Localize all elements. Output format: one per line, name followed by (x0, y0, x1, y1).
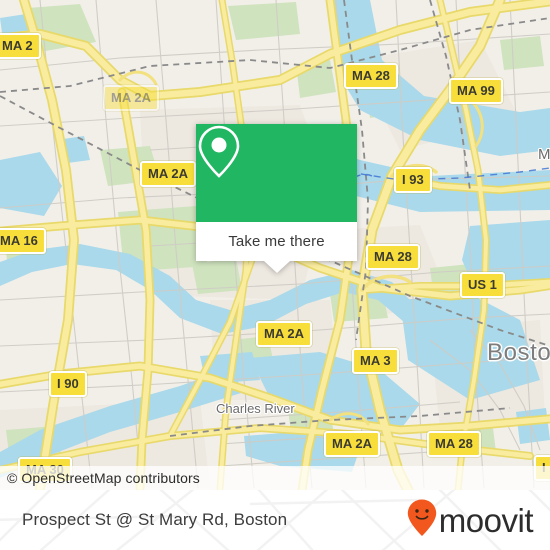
moovit-wordmark: moovit (438, 501, 534, 539)
road-shield: MA 2A (324, 431, 380, 457)
popup-header (196, 124, 357, 222)
road-shield: MA 99 (449, 78, 503, 104)
road-shield: MA 28 (366, 244, 420, 270)
road-shield: MA 28 (427, 431, 481, 457)
road-shield: MA 2A (103, 85, 159, 111)
location-popup-card[interactable]: Take me there (196, 124, 357, 273)
popup-body[interactable]: Take me there (196, 222, 357, 261)
road-shield: MA 2A (140, 161, 196, 187)
water-label: Charles River (216, 401, 295, 416)
map-attribution[interactable]: © OpenStreetMap contributors (0, 466, 550, 490)
stop-title-text: Prospect St @ St Mary Rd, Boston (22, 510, 288, 529)
road-shield: US 1 (460, 272, 505, 298)
city-label: Boston (487, 339, 550, 366)
road-shield: I 90 (49, 371, 87, 397)
stop-title: Prospect St @ St Mary Rd, Boston (22, 490, 287, 550)
road-shield: MA 16 (0, 228, 46, 254)
road-shield: MA 2A (256, 321, 312, 347)
take-me-there-label: Take me there (228, 233, 325, 250)
water-label: M (538, 146, 550, 163)
footer-bar: Prospect St @ St Mary Rd, Boston moovit (0, 490, 550, 550)
road-shield: MA 28 (344, 63, 398, 89)
moovit-pin-icon (406, 498, 438, 543)
attribution-text: © OpenStreetMap contributors (7, 470, 200, 486)
map-screenshot: MA 2MA 2AMA 2AMA 16MA 2AI 90MA 3MA 30MA … (0, 0, 550, 550)
road-shield: MA 3 (352, 348, 399, 374)
moovit-logo[interactable]: moovit (406, 490, 534, 550)
map-canvas[interactable]: MA 2MA 2AMA 2AMA 16MA 2AI 90MA 3MA 30MA … (0, 0, 550, 490)
popup-tail (263, 261, 290, 273)
road-shield: I 93 (394, 167, 432, 193)
road-shield: MA 2 (0, 33, 41, 59)
